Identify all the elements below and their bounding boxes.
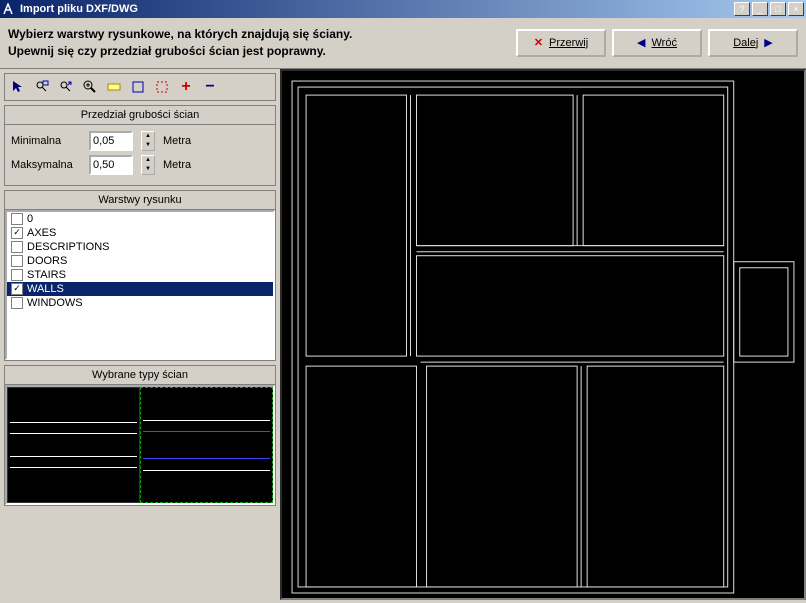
layer-name: DESCRIPTIONS bbox=[27, 241, 110, 253]
drawing-viewport[interactable] bbox=[280, 69, 806, 600]
add-tool[interactable]: + bbox=[175, 76, 197, 98]
layer-checkbox[interactable]: ✓ bbox=[11, 283, 23, 295]
layer-checkbox[interactable] bbox=[11, 213, 23, 225]
instruction-line1: Wybierz warstwy rysunkowe, na których zn… bbox=[8, 26, 516, 43]
help-button[interactable]: ? bbox=[734, 2, 750, 16]
plus-icon: + bbox=[181, 78, 190, 96]
remove-tool[interactable]: − bbox=[199, 76, 221, 98]
left-panel: + − Przedział grubości ścian Minimalna ▲… bbox=[0, 69, 280, 600]
wall-type-2[interactable] bbox=[140, 387, 273, 503]
next-button[interactable]: Dalej ▶ bbox=[708, 29, 798, 57]
layer-item-descriptions[interactable]: DESCRIPTIONS bbox=[7, 240, 273, 254]
layer-item-axes[interactable]: ✓ AXES bbox=[7, 226, 273, 240]
window-title: Import pliku DXF/DWG bbox=[20, 3, 734, 15]
zoom-in-tool[interactable] bbox=[79, 76, 101, 98]
select-box-tool[interactable] bbox=[127, 76, 149, 98]
max-input[interactable] bbox=[89, 155, 133, 175]
layer-checkbox[interactable] bbox=[11, 269, 23, 281]
thickness-panel: Przedział grubości ścian Minimalna ▲▼ Me… bbox=[4, 105, 276, 186]
layer-checkbox[interactable] bbox=[11, 241, 23, 253]
layer-name: 0 bbox=[27, 213, 33, 225]
layers-title: Warstwy rysunku bbox=[5, 191, 275, 210]
layer-name: AXES bbox=[27, 227, 56, 239]
triangle-right-icon: ▶ bbox=[764, 36, 772, 49]
layer-item-doors[interactable]: DOORS bbox=[7, 254, 273, 268]
layer-name: DOORS bbox=[27, 255, 67, 267]
app-icon bbox=[2, 2, 16, 16]
layer-list[interactable]: 0 ✓ AXES DESCRIPTIONS DOORS STAIRS ✓ WALLS WINDO… bbox=[5, 210, 275, 360]
floor-plan bbox=[282, 71, 804, 603]
wall-type-1[interactable] bbox=[7, 387, 140, 503]
x-icon: ✕ bbox=[534, 36, 543, 49]
layer-item-walls[interactable]: ✓ WALLS bbox=[7, 282, 273, 296]
max-unit: Metra bbox=[163, 159, 191, 171]
layer-name: WINDOWS bbox=[27, 297, 83, 309]
min-unit: Metra bbox=[163, 135, 191, 147]
min-spinner[interactable]: ▲▼ bbox=[141, 131, 155, 151]
zoom-extents-tool[interactable] bbox=[55, 76, 77, 98]
close-button[interactable]: × bbox=[788, 2, 804, 16]
pan-tool[interactable] bbox=[103, 76, 125, 98]
min-label: Minimalna bbox=[11, 135, 81, 147]
wall-types-title: Wybrane typy ścian bbox=[5, 366, 275, 385]
layer-item-windows[interactable]: WINDOWS bbox=[7, 296, 273, 310]
layer-checkbox[interactable] bbox=[11, 255, 23, 267]
wizard-buttons: ✕ Przerwij ◀ Wróć Dalej ▶ bbox=[516, 29, 798, 57]
max-spinner[interactable]: ▲▼ bbox=[141, 155, 155, 175]
instruction-text: Wybierz warstwy rysunkowe, na których zn… bbox=[8, 26, 516, 60]
titlebar: Import pliku DXF/DWG ? _ □ × bbox=[0, 0, 806, 18]
layer-name: WALLS bbox=[27, 283, 64, 295]
titlebar-buttons: ? _ □ × bbox=[734, 2, 804, 16]
maximize-button[interactable]: □ bbox=[770, 2, 786, 16]
layer-checkbox[interactable]: ✓ bbox=[11, 227, 23, 239]
minimize-button[interactable]: _ bbox=[752, 2, 768, 16]
header: Wybierz warstwy rysunkowe, na których zn… bbox=[0, 18, 806, 69]
min-row: Minimalna ▲▼ Metra bbox=[11, 131, 269, 151]
wall-preview bbox=[5, 385, 275, 505]
layer-item-stairs[interactable]: STAIRS bbox=[7, 268, 273, 282]
min-input[interactable] bbox=[89, 131, 133, 151]
wall-types-panel: Wybrane typy ścian bbox=[4, 365, 276, 506]
max-row: Maksymalna ▲▼ Metra bbox=[11, 155, 269, 175]
layer-checkbox[interactable] bbox=[11, 297, 23, 309]
toolbar: + − bbox=[4, 73, 276, 101]
layer-name: STAIRS bbox=[27, 269, 66, 281]
cancel-button[interactable]: ✕ Przerwij bbox=[516, 29, 606, 57]
pointer-tool[interactable] bbox=[7, 76, 29, 98]
back-button[interactable]: ◀ Wróć bbox=[612, 29, 702, 57]
max-label: Maksymalna bbox=[11, 159, 81, 171]
instruction-line2: Upewnij się czy przedział grubości ścian… bbox=[8, 43, 516, 60]
minus-icon: − bbox=[205, 78, 214, 96]
select-marquee-tool[interactable] bbox=[151, 76, 173, 98]
triangle-left-icon: ◀ bbox=[637, 36, 645, 49]
layers-panel: Warstwy rysunku 0 ✓ AXES DESCRIPTIONS DOORS S… bbox=[4, 190, 276, 361]
zoom-window-tool[interactable] bbox=[31, 76, 53, 98]
layer-item-0[interactable]: 0 bbox=[7, 212, 273, 226]
thickness-title: Przedział grubości ścian bbox=[5, 106, 275, 125]
main-area: + − Przedział grubości ścian Minimalna ▲… bbox=[0, 69, 806, 600]
